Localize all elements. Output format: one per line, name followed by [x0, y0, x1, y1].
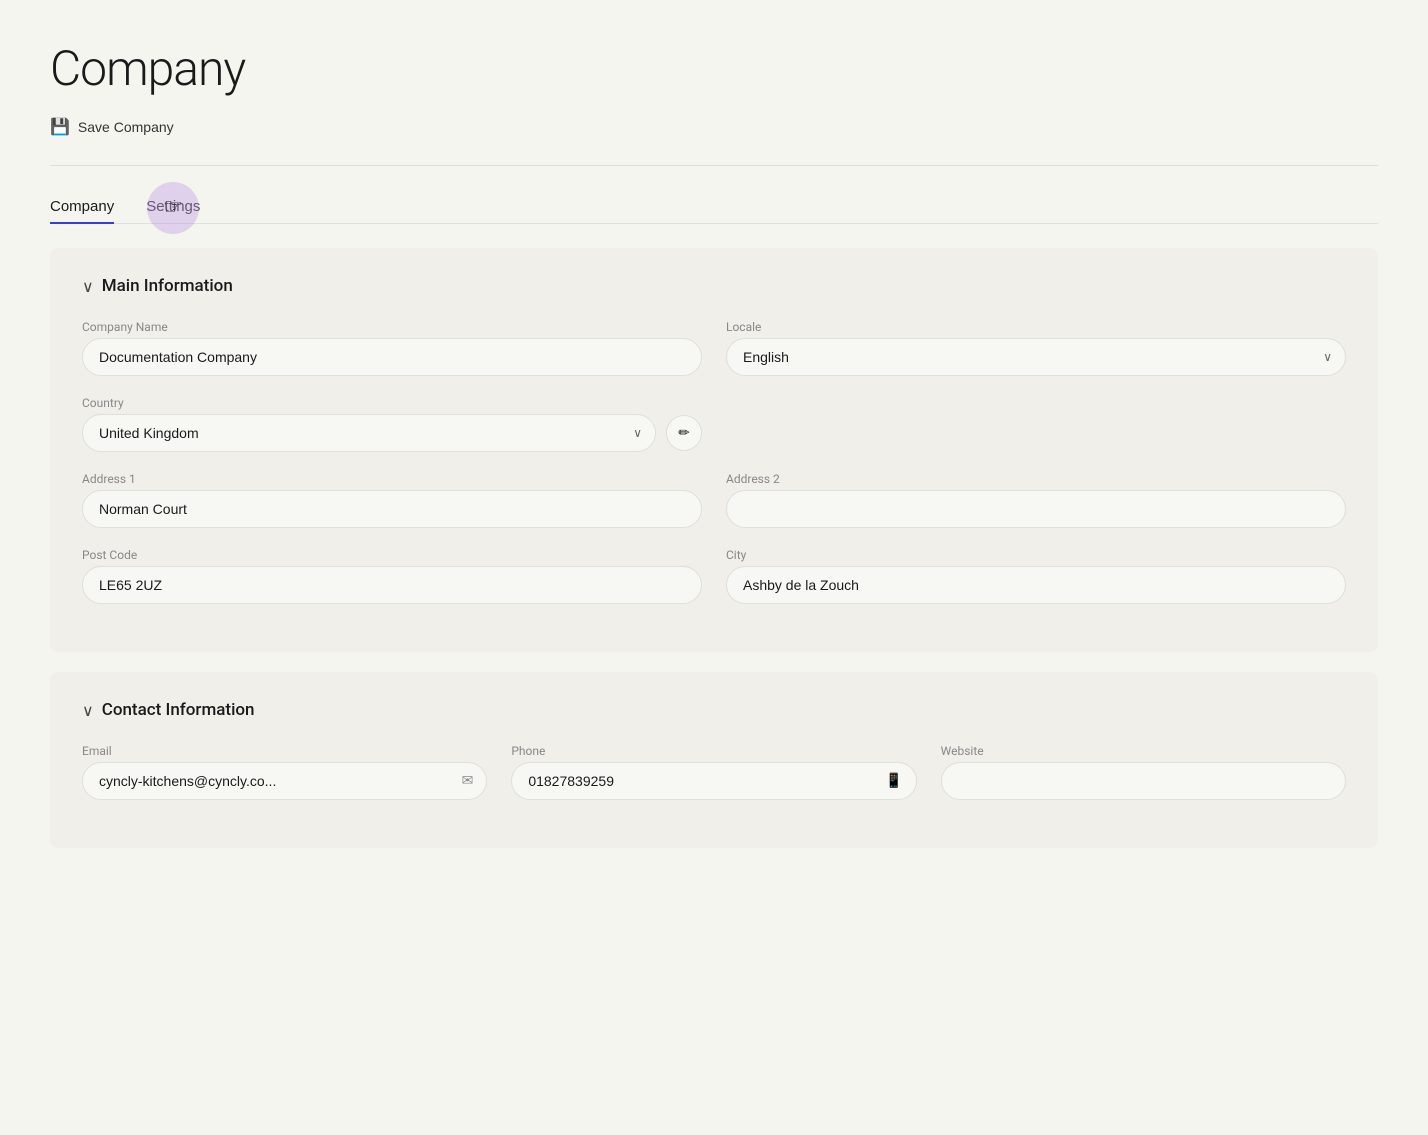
phone-group: Phone 📱 — [511, 744, 916, 800]
locale-label: Locale — [726, 320, 1346, 334]
locale-select[interactable]: English — [726, 338, 1346, 376]
website-input[interactable] — [941, 762, 1346, 800]
country-group: Country United Kingdom ∨ ✏ — [82, 396, 702, 452]
address1-label: Address 1 — [82, 472, 702, 486]
save-company-button[interactable]: 💾 Save Company — [50, 113, 174, 141]
pencil-icon: ✏ — [678, 425, 689, 441]
email-group: Email ✉ — [82, 744, 487, 800]
email-label: Email — [82, 744, 487, 758]
contact-info-chevron-icon: ∨ — [82, 701, 94, 720]
company-locale-row: Company Name Locale English ∨ — [82, 320, 1346, 376]
address2-label: Address 2 — [726, 472, 1346, 486]
phone-label: Phone — [511, 744, 916, 758]
address1-group: Address 1 — [82, 472, 702, 528]
email-input-wrapper: ✉ — [82, 762, 487, 800]
contact-information-section: ∨ Contact Information Email ✉ Phone 📱 We… — [50, 672, 1378, 848]
address-row: Address 1 Address 2 — [82, 472, 1346, 528]
website-group: Website — [941, 744, 1346, 800]
postcode-group: Post Code — [82, 548, 702, 604]
header-divider — [50, 165, 1378, 166]
city-input[interactable] — [726, 566, 1346, 604]
address2-group: Address 2 — [726, 472, 1346, 528]
save-icon: 💾 — [50, 117, 70, 137]
tab-bar: Company Settings ☞ — [50, 190, 1378, 224]
phone-input[interactable] — [511, 762, 916, 800]
country-select[interactable]: United Kingdom — [82, 414, 656, 452]
locale-group: Locale English ∨ — [726, 320, 1346, 376]
contact-information-header: ∨ Contact Information — [82, 700, 1346, 720]
company-name-group: Company Name — [82, 320, 702, 376]
postcode-label: Post Code — [82, 548, 702, 562]
contact-row: Email ✉ Phone 📱 Website — [82, 744, 1346, 800]
tab-company[interactable]: Company — [50, 190, 114, 223]
company-name-label: Company Name — [82, 320, 702, 334]
save-button-label: Save Company — [78, 119, 174, 135]
contact-information-title: Contact Information — [102, 700, 255, 720]
page-title: Company — [50, 40, 1378, 97]
country-select-container: United Kingdom ∨ — [82, 414, 656, 452]
email-input[interactable] — [82, 762, 487, 800]
address2-input[interactable] — [726, 490, 1346, 528]
main-info-chevron-icon: ∨ — [82, 277, 94, 296]
phone-input-wrapper: 📱 — [511, 762, 916, 800]
country-wrapper: United Kingdom ∨ ✏ — [82, 414, 702, 452]
country-edit-button[interactable]: ✏ — [666, 415, 702, 451]
postcode-city-row: Post Code City — [82, 548, 1346, 604]
main-information-section: ∨ Main Information Company Name Locale E… — [50, 248, 1378, 652]
main-information-title: Main Information — [102, 276, 233, 296]
locale-select-wrapper: English ∨ — [726, 338, 1346, 376]
country-row: Country United Kingdom ∨ ✏ — [82, 396, 1346, 452]
country-label: Country — [82, 396, 702, 410]
tab-settings[interactable]: Settings — [146, 190, 200, 223]
address1-input[interactable] — [82, 490, 702, 528]
main-information-header: ∨ Main Information — [82, 276, 1346, 296]
postcode-input[interactable] — [82, 566, 702, 604]
website-label: Website — [941, 744, 1346, 758]
city-group: City — [726, 548, 1346, 604]
company-name-input[interactable] — [82, 338, 702, 376]
city-label: City — [726, 548, 1346, 562]
